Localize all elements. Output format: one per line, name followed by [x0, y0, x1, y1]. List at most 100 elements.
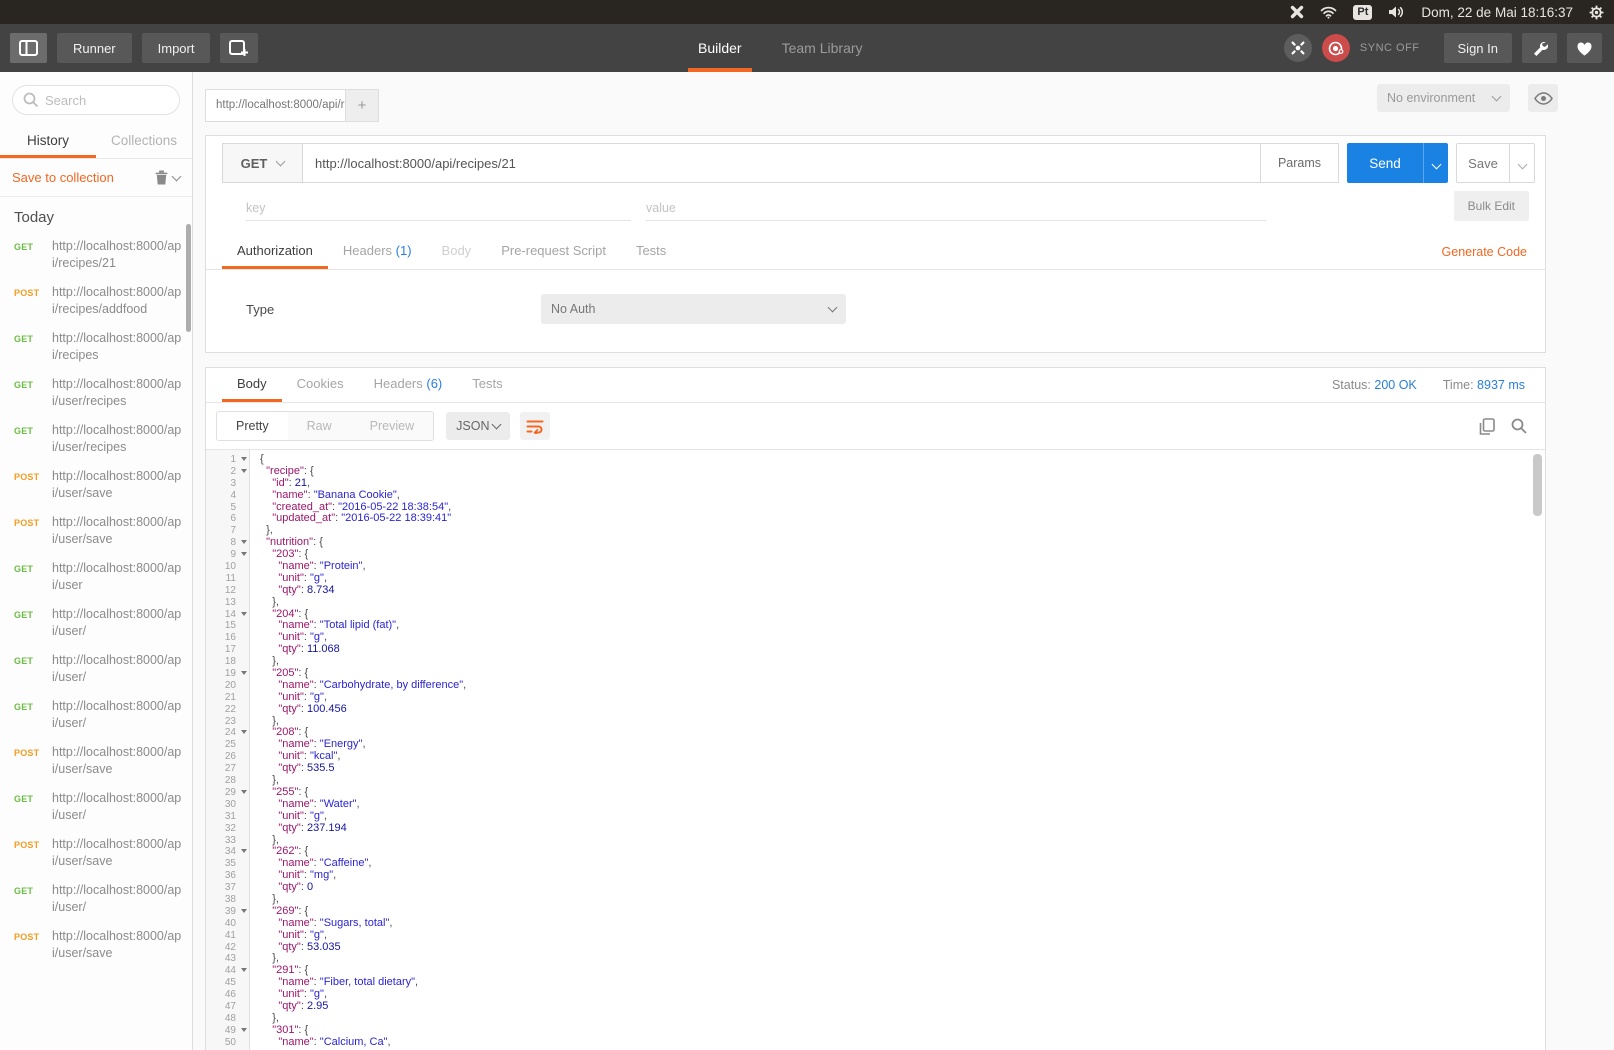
tab-response-headers[interactable]: Headers (6) — [359, 368, 458, 402]
history-url: http://localhost:8000/api/user/save — [52, 745, 182, 776]
fold-toggle-icon[interactable] — [241, 849, 247, 854]
send-button[interactable]: Send — [1347, 143, 1423, 183]
fold-toggle-icon[interactable] — [241, 552, 247, 557]
notifier-x-icon[interactable] — [1290, 5, 1304, 19]
history-item[interactable]: GET http://localhost:8000/api/user/ — [14, 606, 192, 640]
environment-select[interactable]: No environment — [1377, 84, 1510, 112]
send-options-button[interactable] — [1423, 143, 1448, 183]
history-item[interactable]: POST http://localhost:8000/api/user/save — [14, 514, 192, 548]
save-options-button[interactable] — [1510, 143, 1535, 183]
fold-toggle-icon[interactable] — [241, 1027, 247, 1032]
code-line: "qty": 237.194 — [278, 821, 347, 834]
tab-collections[interactable]: Collections — [96, 125, 192, 158]
history-item[interactable]: GET http://localhost:8000/api/recipes — [14, 330, 192, 364]
history-url: http://localhost:8000/api/user/ — [52, 791, 182, 822]
history-item[interactable]: GET http://localhost:8000/api/user/ — [14, 652, 192, 686]
url-param-key-input[interactable] — [246, 195, 631, 221]
wrap-text-button[interactable] — [520, 412, 551, 440]
wrench-icon[interactable] — [1522, 33, 1557, 63]
heart-icon[interactable] — [1567, 33, 1602, 63]
code-line: "recipe": { — [266, 464, 314, 477]
tab-builder[interactable]: Builder — [688, 24, 752, 72]
fold-toggle-icon[interactable] — [241, 468, 247, 473]
history-item[interactable]: POST http://localhost:8000/api/user/save — [14, 468, 192, 502]
session-gear-icon[interactable] — [1589, 5, 1604, 20]
import-button[interactable]: Import — [141, 33, 211, 63]
method-select[interactable]: GET — [222, 143, 303, 183]
url-input[interactable] — [303, 143, 1261, 183]
fold-toggle-icon[interactable] — [241, 540, 247, 545]
tab-authorization[interactable]: Authorization — [222, 235, 328, 269]
params-button[interactable]: Params — [1261, 143, 1339, 183]
wifi-icon[interactable] — [1320, 6, 1337, 19]
new-window-button[interactable] — [220, 33, 259, 63]
clear-history-button[interactable] — [155, 170, 182, 185]
tab-response-body[interactable]: Body — [222, 368, 282, 402]
view-pretty-button[interactable]: Pretty — [217, 412, 288, 440]
history-item[interactable]: GET http://localhost:8000/api/user/ — [14, 882, 192, 916]
method-value: GET — [240, 155, 268, 171]
keyboard-layout-indicator[interactable]: Pt — [1353, 4, 1373, 20]
volume-icon[interactable] — [1388, 5, 1405, 19]
editor-scrollbar[interactable] — [1533, 454, 1542, 516]
code-line: "unit": "kcal", — [278, 750, 341, 763]
tab-tests[interactable]: Tests — [621, 235, 681, 269]
view-preview-button[interactable]: Preview — [351, 412, 433, 440]
chevron-down-icon — [171, 171, 182, 181]
search-response-button[interactable] — [1511, 418, 1527, 435]
sidebar-scrollbar[interactable] — [186, 224, 191, 332]
new-tab-button[interactable]: + — [346, 89, 379, 122]
line-number: 25 — [224, 739, 236, 751]
bulk-edit-button[interactable]: Bulk Edit — [1453, 191, 1529, 221]
interceptor-icon[interactable] — [1283, 34, 1312, 62]
sign-in-button[interactable]: Sign In — [1443, 33, 1512, 63]
chevron-down-icon — [1491, 91, 1502, 102]
save-button[interactable]: Save — [1456, 143, 1510, 183]
history-item[interactable]: POST http://localhost:8000/api/user/save — [14, 928, 192, 962]
code-line: }, — [260, 655, 279, 668]
fold-toggle-icon[interactable] — [241, 968, 247, 973]
history-item[interactable]: POST http://localhost:8000/api/user/save — [14, 744, 192, 778]
copy-response-button[interactable] — [1479, 417, 1495, 435]
tab-history[interactable]: History — [0, 125, 96, 158]
sidebar-toggle-button[interactable] — [10, 33, 47, 63]
format-select[interactable]: JSON — [446, 412, 511, 440]
history-item[interactable]: GET http://localhost:8000/api/user/ — [14, 698, 192, 732]
view-raw-button[interactable]: Raw — [288, 412, 351, 440]
tab-team-library[interactable]: Team Library — [772, 24, 873, 72]
method-badge: POST — [14, 472, 40, 482]
tab-headers[interactable]: Headers (1) — [328, 235, 427, 269]
tab-response-tests[interactable]: Tests — [457, 368, 517, 402]
request-tab[interactable]: http://localhost:8000/api/r — [205, 89, 346, 122]
fold-toggle-icon[interactable] — [241, 730, 247, 735]
fold-toggle-icon[interactable] — [241, 457, 247, 461]
history-item[interactable]: POST http://localhost:8000/api/user/save — [14, 836, 192, 870]
history-url: http://localhost:8000/api/recipes/21 — [52, 239, 182, 270]
history-item[interactable]: GET http://localhost:8000/api/user/recipe… — [14, 422, 192, 456]
generate-code-link[interactable]: Generate Code — [1442, 245, 1529, 259]
history-item[interactable]: POST http://localhost:8000/api/recipes/ad… — [14, 284, 192, 318]
runner-button[interactable]: Runner — [57, 33, 132, 63]
fold-toggle-icon[interactable] — [241, 611, 247, 616]
trash-icon — [155, 170, 168, 185]
line-number: 38 — [224, 893, 236, 905]
fold-toggle-icon[interactable] — [241, 908, 247, 913]
fold-toggle-icon[interactable] — [241, 671, 247, 676]
history-item[interactable]: GET http://localhost:8000/api/user/ — [14, 790, 192, 824]
auth-type-select[interactable]: No Auth — [541, 294, 846, 324]
tab-pre-request-script[interactable]: Pre-request Script — [486, 235, 621, 269]
history-item[interactable]: GET http://localhost:8000/api/recipes/21 — [14, 238, 192, 272]
line-number: 49 — [206, 1025, 249, 1037]
wrap-text-icon — [526, 420, 544, 434]
history-item[interactable]: GET http://localhost:8000/api/user — [14, 560, 192, 594]
save-to-collection-link[interactable]: Save to collection — [12, 170, 114, 185]
url-param-value-input[interactable] — [646, 195, 1266, 221]
history-item[interactable]: GET http://localhost:8000/api/user/recipe… — [14, 376, 192, 410]
tab-body[interactable]: Body — [427, 235, 487, 269]
code-line: "unit": "g", — [278, 809, 328, 822]
environment-quicklook-button[interactable] — [1528, 84, 1558, 112]
sync-icon[interactable] — [1321, 34, 1350, 62]
fold-toggle-icon[interactable] — [241, 789, 247, 794]
tab-response-cookies[interactable]: Cookies — [282, 368, 359, 402]
clock[interactable]: Dom, 22 de Mai 18:16:37 — [1421, 5, 1573, 20]
